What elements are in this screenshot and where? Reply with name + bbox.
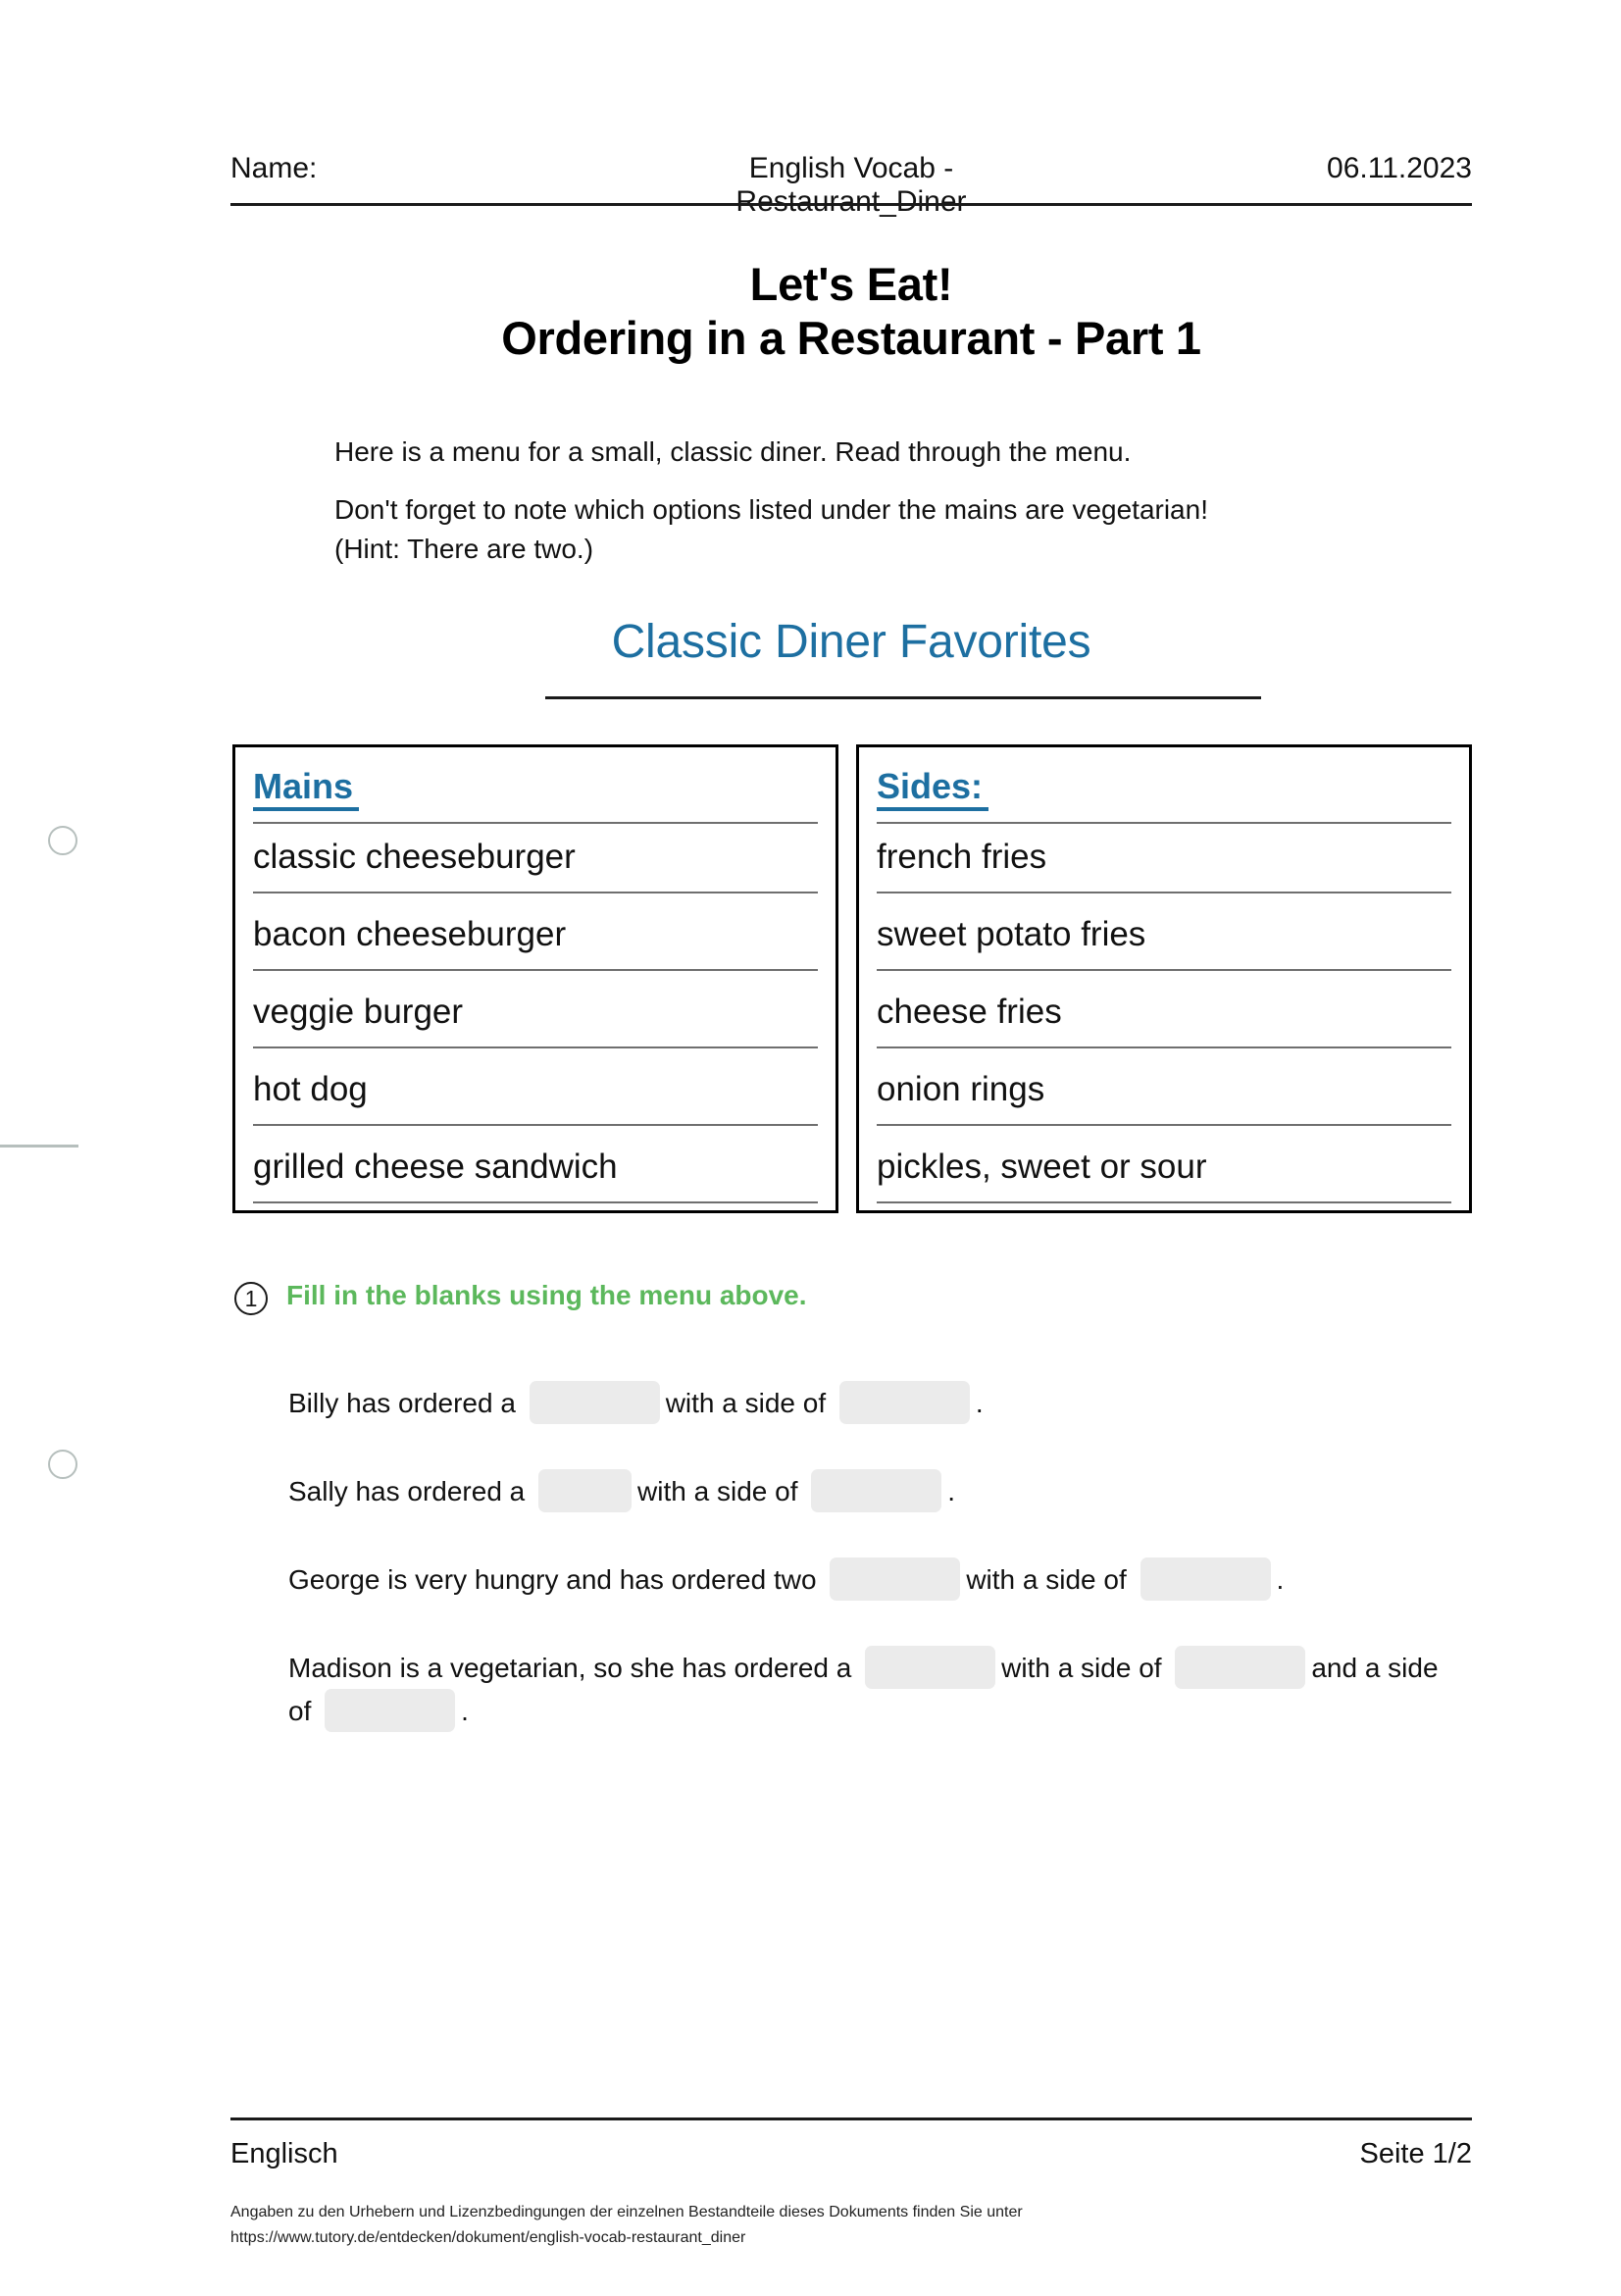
footer-subject: Englisch (230, 2138, 338, 2169)
worksheet-title: Let's Eat! Ordering in a Restaurant - Pa… (230, 257, 1472, 366)
sentence-george: George is very hungry and has ordered tw… (288, 1557, 1445, 1601)
intro-paragraph-2-line-1: Don't forget to note which options liste… (334, 494, 1208, 525)
sentence-text: with a side of (966, 1564, 1127, 1595)
menu-item-rule (253, 892, 818, 893)
menu-item-rule (253, 1124, 818, 1126)
menu-item-label: sweet potato fries (877, 917, 1152, 951)
intro-paragraph-1: Here is a menu for a small, classic dine… (334, 436, 1132, 467)
menu-item: cheese fries (877, 981, 1451, 1058)
footer-credits-line-2: https://www.tutory.de/entdecken/dokument… (230, 2229, 746, 2247)
menu-item-rule (253, 1046, 818, 1048)
footer-page-number: Seite 1/2 (1359, 2138, 1472, 2169)
menu-item-rule (253, 1201, 818, 1203)
menu-heading: Classic Diner Favorites (611, 616, 1091, 668)
page-footer: Englisch Seite 1/2 (230, 2138, 1472, 2170)
menu-item-label: classic cheeseburger (253, 840, 582, 874)
answer-blank[interactable] (1140, 1557, 1271, 1601)
menu-item-rule (253, 969, 818, 971)
menu-item: grilled cheese sandwich (253, 1136, 818, 1213)
menu-column-sides: Sides: french fries sweet potato fries c… (856, 744, 1472, 1213)
menu-item: sweet potato fries (877, 903, 1451, 981)
exercise-instruction: Fill in the blanks using the menu above. (286, 1280, 807, 1310)
answer-blank[interactable] (865, 1646, 996, 1689)
hole-punch-mark-bottom (48, 1450, 77, 1479)
title-line-2: Ordering in a Restaurant - Part 1 (501, 312, 1201, 365)
menu-item-rule (877, 892, 1451, 893)
menu-item-rule (877, 1201, 1451, 1203)
answer-blank[interactable] (1175, 1646, 1306, 1689)
menu-title-rule (877, 822, 1451, 824)
sentence-text: Billy has ordered a (288, 1388, 516, 1418)
intro-paragraph-2-line-2: (Hint: There are two.) (334, 533, 594, 564)
footer-divider (230, 2117, 1472, 2120)
menu-column-title-row: Mains (253, 769, 818, 826)
menu-item-rule (877, 1046, 1451, 1048)
answer-blank[interactable] (830, 1557, 961, 1601)
name-label: Name: (230, 152, 318, 184)
sentence-text: with a side of (665, 1388, 827, 1418)
fold-mark (0, 1145, 78, 1148)
menu-item: classic cheeseburger (253, 826, 818, 903)
answer-blank[interactable] (529, 1381, 660, 1424)
menu-title-rule (253, 822, 818, 824)
menu-item: hot dog (253, 1058, 818, 1136)
document-date: 06.11.2023 (1327, 152, 1472, 184)
worksheet-page: Name: English Vocab - Restaurant_Diner 0… (0, 0, 1621, 2296)
title-line-1: Let's Eat! (749, 258, 953, 310)
menu-item-label: veggie burger (253, 995, 470, 1029)
exercise-number-badge: 1 (234, 1282, 268, 1315)
menu-item: pickles, sweet or sour (877, 1136, 1451, 1213)
sentence-text: with a side of (637, 1476, 798, 1506)
footer-credits: Angaben zu den Urhebern und Lizenzbeding… (230, 2200, 1472, 2252)
menu-column-title: Sides: (877, 769, 989, 811)
sentence-madison: Madison is a vegetarian, so she has orde… (288, 1646, 1445, 1732)
menu-item-label: pickles, sweet or sour (877, 1149, 1213, 1184)
footer-credits-line-1: Angaben zu den Urhebern und Lizenzbeding… (230, 2204, 1023, 2220)
sentence-text: . (947, 1476, 956, 1506)
menu-item-rule (877, 1124, 1451, 1126)
intro-paragraph-2: Don't forget to note which options liste… (334, 490, 1325, 569)
sentence-text: George is very hungry and has ordered tw… (288, 1564, 817, 1595)
menu-column-mains: Mains classic cheeseburger bacon cheeseb… (232, 744, 838, 1213)
answer-blank[interactable] (538, 1469, 633, 1512)
menu-heading-divider (545, 696, 1261, 699)
header-divider (230, 203, 1472, 206)
menu-item-label: grilled cheese sandwich (253, 1149, 624, 1184)
menu-item: bacon cheeseburger (253, 903, 818, 981)
menu-item: french fries (877, 826, 1451, 903)
menu-item-label: cheese fries (877, 995, 1068, 1029)
sentence-text: . (1276, 1564, 1285, 1595)
fill-in-the-blank-sentences: Billy has ordered a with a side of . Sal… (288, 1381, 1445, 1777)
answer-blank[interactable] (838, 1381, 970, 1424)
menu-item-label: hot dog (253, 1072, 374, 1106)
menu-column-title: Mains (253, 769, 360, 811)
menu-item-label: onion rings (877, 1072, 1051, 1106)
menu-column-title-row: Sides: (877, 769, 1451, 826)
sentence-text: . (461, 1696, 469, 1726)
menu-item-rule (877, 969, 1451, 971)
menu-item-label: french fries (877, 840, 1053, 874)
sentence-text: Madison is a vegetarian, so she has orde… (288, 1653, 852, 1683)
sentence-text: with a side of (1001, 1653, 1162, 1683)
menu-item: veggie burger (253, 981, 818, 1058)
sentence-text: . (975, 1388, 984, 1418)
document-title: English Vocab - Restaurant_Diner (735, 152, 967, 218)
menu-item: onion rings (877, 1058, 1451, 1136)
page-header: Name: English Vocab - Restaurant_Diner 0… (230, 152, 1472, 219)
sentence-text: Sally has ordered a (288, 1476, 526, 1506)
sentence-sally: Sally has ordered a with a side of . (288, 1469, 1445, 1512)
sentence-billy: Billy has ordered a with a side of . (288, 1381, 1445, 1424)
answer-blank[interactable] (325, 1689, 456, 1732)
menu-item-label: bacon cheeseburger (253, 917, 573, 951)
answer-blank[interactable] (811, 1469, 942, 1512)
hole-punch-mark-top (48, 826, 77, 855)
